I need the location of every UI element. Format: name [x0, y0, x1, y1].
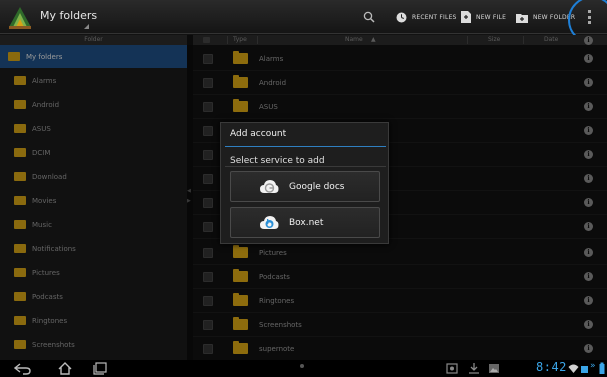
new-file-label: NEW FILE	[476, 13, 507, 21]
recent-apps-icon[interactable]	[92, 362, 108, 375]
app-title[interactable]: My folders	[40, 9, 97, 22]
image-notification-icon[interactable]	[488, 362, 500, 375]
home-icon[interactable]	[57, 362, 73, 375]
wifi-icon	[568, 364, 579, 373]
action-bar: My folders RECENT FILES NEW FILE NEW FOL…	[0, 0, 607, 44]
dialog-subtitle-divider	[225, 166, 386, 167]
box-net-label: Box.net	[289, 217, 324, 228]
add-account-dialog: Add account Select service to add Google…	[220, 122, 389, 244]
status-clock[interactable]: 8:42	[536, 360, 567, 374]
chevron-right-icon: »	[590, 361, 596, 371]
title-dropdown-indicator	[84, 24, 89, 29]
search-icon	[363, 11, 375, 23]
dialog-title-divider	[225, 146, 386, 147]
notification-settings-icon[interactable]	[446, 362, 458, 375]
dialog-subtitle: Select service to add	[230, 156, 325, 166]
box-net-icon	[260, 216, 279, 229]
battery-icon	[599, 362, 605, 374]
dock-icon	[581, 366, 588, 373]
new-folder-icon	[516, 13, 528, 23]
recent-files-label: RECENT FILES	[412, 13, 457, 21]
box-net-button[interactable]: Box.net	[230, 207, 380, 238]
dialog-title: Add account	[230, 129, 287, 139]
google-docs-icon	[260, 180, 279, 193]
new-file-button[interactable]: NEW FILE	[461, 0, 506, 34]
search-button[interactable]	[363, 0, 375, 34]
menu-dot-icon[interactable]	[300, 364, 304, 368]
new-file-icon	[461, 11, 471, 23]
back-icon[interactable]	[14, 362, 32, 375]
app-logo-icon[interactable]	[6, 3, 34, 31]
download-icon[interactable]	[468, 362, 480, 375]
google-docs-button[interactable]: Google docs	[230, 171, 380, 202]
google-docs-label: Google docs	[289, 181, 345, 192]
system-bar: 8:42 »	[0, 360, 607, 377]
recent-files-button[interactable]: RECENT FILES	[396, 0, 457, 34]
clock-icon	[396, 12, 407, 22]
new-folder-button[interactable]: NEW FOLDER	[516, 0, 575, 34]
